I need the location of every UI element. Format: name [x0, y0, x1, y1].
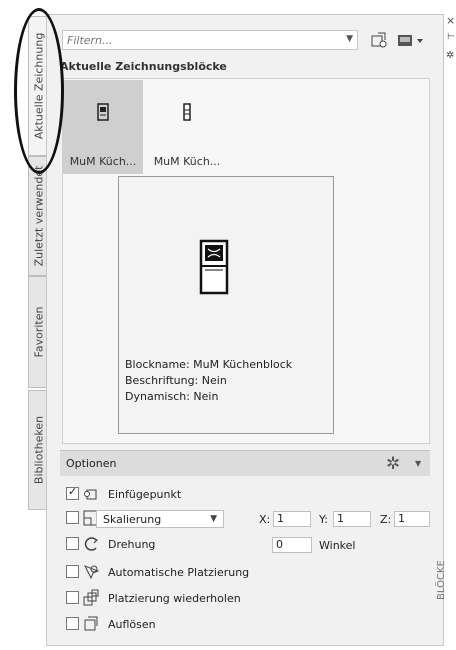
preview-dynamic: Dynamisch: Nein: [125, 390, 219, 403]
scale-y-input[interactable]: 1: [333, 511, 371, 527]
option-explode[interactable]: Auflösen: [66, 616, 216, 634]
repeat-label: Platzierung wiederholen: [108, 592, 241, 605]
scale-x-input[interactable]: 1: [273, 511, 311, 527]
chevron-down-icon: ▼: [210, 514, 217, 524]
insertion-point-label: Einfügepunkt: [108, 488, 182, 501]
explode-icon: [84, 616, 98, 631]
tab-favorites-label: Favoriten: [32, 306, 45, 358]
tab-recent-label: Zuletzt verwendet: [32, 165, 45, 267]
option-auto-place[interactable]: Automatische Platzierung: [66, 564, 286, 582]
section-title: Aktuelle Zeichnungsblöcke: [60, 60, 227, 73]
auto-place-label: Automatische Platzierung: [108, 566, 250, 579]
tab-favorites[interactable]: Favoriten: [28, 276, 48, 388]
scale-y-label: Y:: [319, 513, 328, 526]
palette-title-label: BLÖCKE: [436, 560, 447, 600]
block-preview-icon: [183, 103, 191, 121]
palette-title-strip: [444, 14, 456, 646]
scale-z-input[interactable]: 1: [394, 511, 430, 527]
auto-place-icon: [83, 565, 100, 580]
option-insertion-point[interactable]: Einfügepunkt: [66, 485, 286, 504]
rotation-angle-input[interactable]: 0: [272, 537, 312, 553]
tab-current-drawing[interactable]: Aktuelle Zeichnung: [28, 16, 48, 156]
tab-libraries-label: Bibliotheken: [32, 415, 45, 485]
option-repeat[interactable]: Platzierung wiederholen: [66, 589, 286, 608]
scale-select-value: Skalierung: [103, 513, 162, 526]
filter-dropdown-icon[interactable]: ▼: [346, 34, 353, 44]
option-rotation[interactable]: Drehung: [66, 536, 216, 554]
scale-x-label: X:: [259, 513, 271, 526]
explode-label: Auflösen: [108, 618, 156, 631]
options-header[interactable]: Optionen ✲ ▼: [60, 450, 430, 476]
rotation-label: Drehung: [108, 538, 156, 551]
options-dropdown-icon[interactable]: ▼: [415, 459, 421, 468]
rotation-unit-label: Winkel: [319, 539, 356, 552]
rotation-checkbox[interactable]: [66, 537, 79, 550]
auto-place-checkbox[interactable]: [66, 565, 79, 578]
settings-icon[interactable]: ✲: [446, 50, 454, 61]
block-thumbnail[interactable]: MuM Küch...: [147, 80, 227, 174]
preview-annotative: Beschriftung: Nein: [125, 374, 227, 387]
close-icon[interactable]: ×: [446, 14, 455, 27]
rotation-icon: [84, 537, 99, 551]
repeat-checkbox[interactable]: [66, 591, 79, 604]
scale-z-label: Z:: [380, 513, 392, 526]
scale-checkbox[interactable]: [66, 511, 79, 524]
tab-recent[interactable]: Zuletzt verwendet: [28, 156, 48, 276]
block-thumbnail[interactable]: MuM Küch...: [63, 80, 143, 174]
filter-input[interactable]: [63, 31, 337, 49]
tab-libraries[interactable]: Bibliotheken: [28, 390, 48, 510]
preview-name: Blockname: MuM Küchenblock: [125, 358, 293, 371]
view-mode-icon[interactable]: [397, 33, 425, 49]
filter-field[interactable]: ▼: [62, 30, 358, 50]
block-label: MuM Küch...: [69, 155, 137, 168]
insert-icon[interactable]: [370, 31, 388, 49]
tab-current-drawing-label: Aktuelle Zeichnung: [32, 32, 45, 140]
repeat-icon: [83, 589, 99, 606]
block-preview-icon: [97, 103, 109, 121]
explode-checkbox[interactable]: [66, 617, 79, 630]
insertion-point-checkbox[interactable]: [66, 485, 79, 500]
insertion-point-icon: [84, 489, 97, 500]
pin-icon[interactable]: ⊢: [447, 32, 455, 42]
block-preview-tooltip: Blockname: MuM Küchenblock Beschriftung:…: [118, 176, 334, 434]
option-scale[interactable]: [66, 510, 99, 528]
gear-icon[interactable]: ✲: [386, 454, 400, 474]
block-preview-large: [199, 239, 229, 295]
block-label: MuM Küch...: [153, 155, 221, 168]
scale-select[interactable]: Skalierung ▼: [96, 510, 224, 528]
options-title: Optionen: [66, 457, 117, 470]
